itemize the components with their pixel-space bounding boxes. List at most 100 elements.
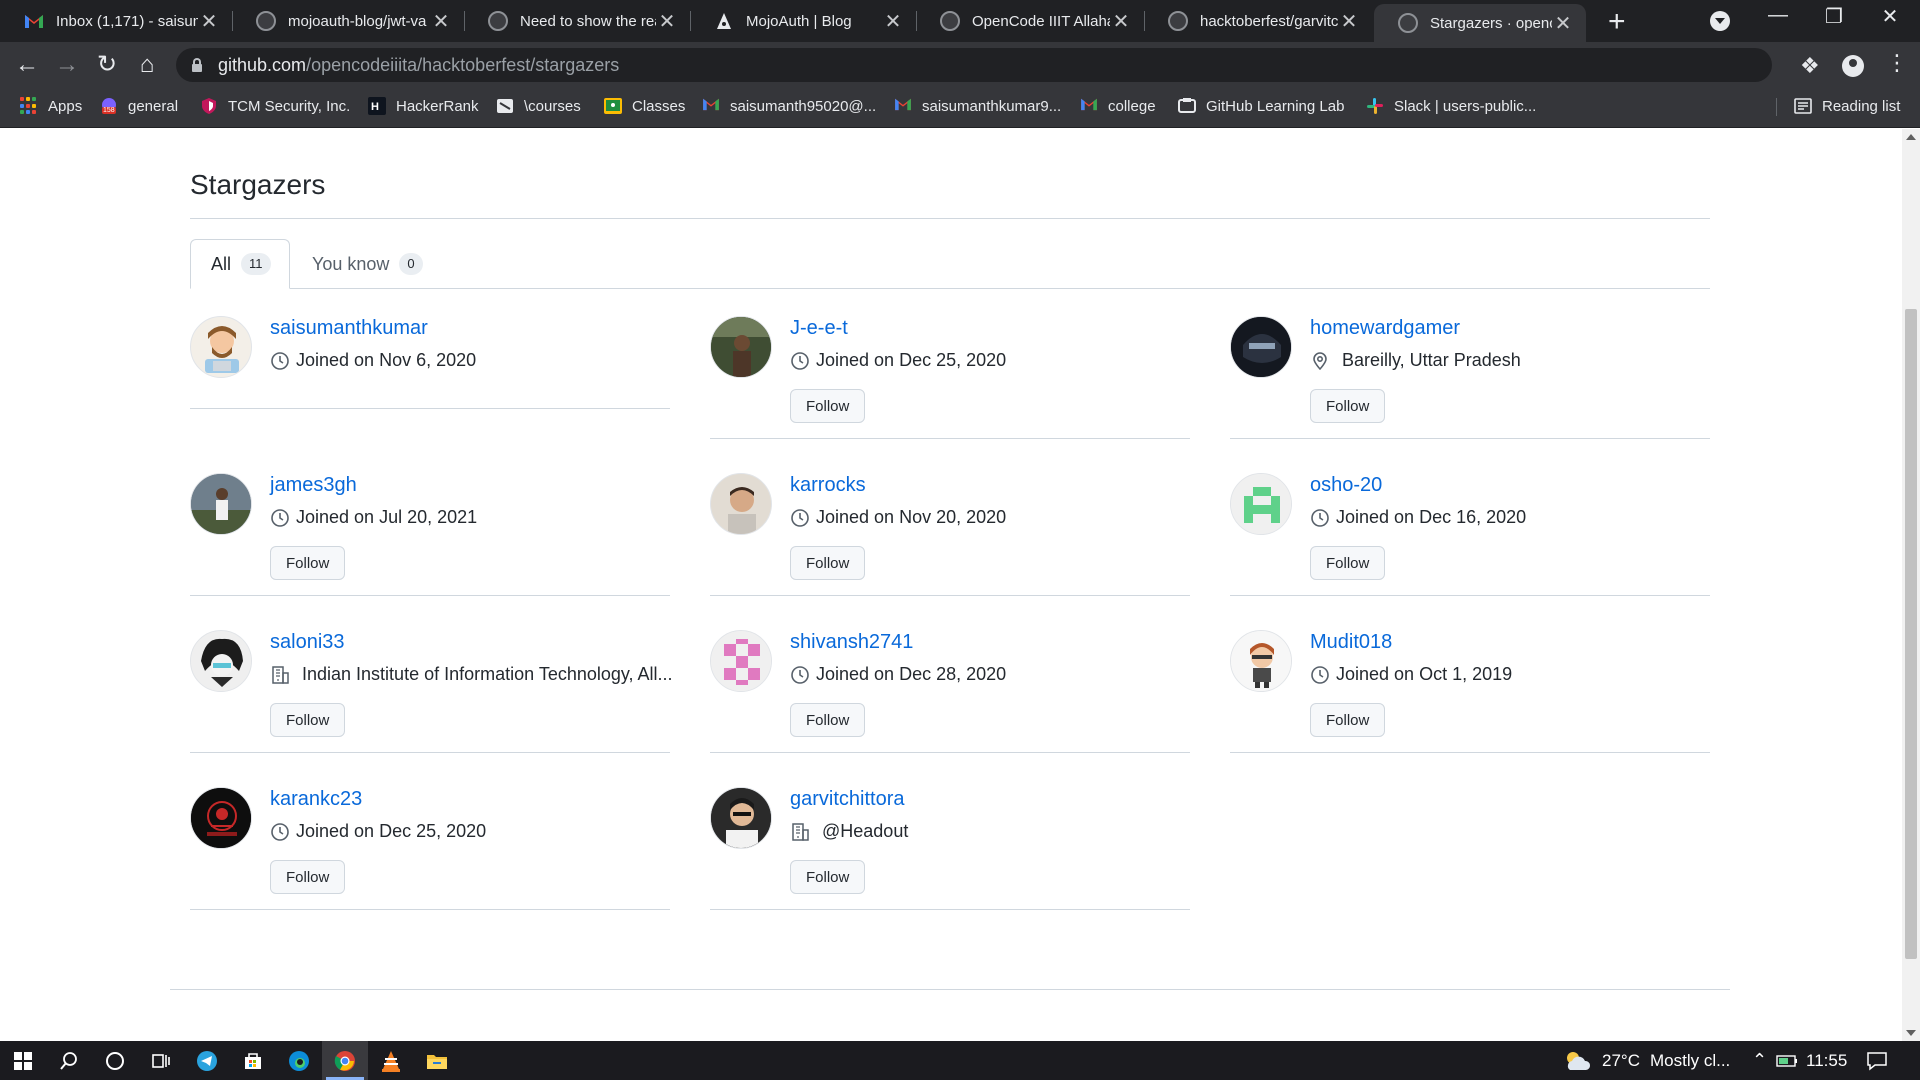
avatar[interactable] xyxy=(710,787,772,849)
browser-tab-hacktoberfest[interactable]: hacktoberfest/garvitc ✕ xyxy=(1144,0,1372,42)
scroll-up-arrow-icon[interactable] xyxy=(1906,134,1916,140)
organization-icon xyxy=(272,665,289,684)
follow-button[interactable]: Follow xyxy=(270,703,346,737)
reading-list-button[interactable]: Reading list xyxy=(1794,88,1900,124)
url-text[interactable]: github.com/opencodeiiita/hacktoberfest/s… xyxy=(218,55,619,76)
avatar[interactable] xyxy=(1230,316,1292,378)
bookmark-label: GitHub Learning Lab xyxy=(1206,97,1345,115)
follow-button[interactable]: Follow xyxy=(1310,546,1386,580)
cortana-icon[interactable] xyxy=(92,1041,138,1080)
avatar[interactable] xyxy=(710,630,772,692)
search-icon[interactable] xyxy=(46,1041,92,1080)
follow-button[interactable]: Follow xyxy=(1310,703,1386,737)
bookmark-slack[interactable]: Slack | users-public... xyxy=(1366,88,1536,124)
bookmark-gmail-1[interactable]: saisumanth95020@... xyxy=(702,88,876,124)
page-scrollbar[interactable] xyxy=(1902,129,1920,1041)
bookmark-courses[interactable]: \courses xyxy=(496,88,581,124)
follow-button[interactable]: Follow xyxy=(790,546,866,580)
reload-icon[interactable]: ↻ xyxy=(92,50,122,80)
username-link[interactable]: karrocks xyxy=(790,474,866,497)
chrome-taskbar-icon[interactable] xyxy=(322,1041,368,1080)
follow-button[interactable]: Follow xyxy=(790,703,866,737)
vlc-icon[interactable] xyxy=(368,1041,414,1080)
avatar[interactable] xyxy=(1230,630,1292,692)
minimize-icon[interactable]: — xyxy=(1758,4,1798,27)
gmail-icon xyxy=(24,11,44,31)
avatar[interactable] xyxy=(190,316,252,378)
extensions-puzzle-icon[interactable]: ❖ xyxy=(1800,53,1820,79)
chrome-menu-icon[interactable]: ⋮ xyxy=(1886,50,1908,76)
restore-icon[interactable]: ❐ xyxy=(1814,4,1854,29)
close-tab-icon[interactable]: ✕ xyxy=(198,9,220,34)
avatar[interactable] xyxy=(1230,473,1292,535)
tcm-shield-icon xyxy=(200,97,218,115)
close-tab-icon[interactable]: ✕ xyxy=(882,9,904,34)
bookmark-tcm-security[interactable]: TCM Security, Inc. xyxy=(200,88,350,124)
edge-icon[interactable] xyxy=(276,1041,322,1080)
telegram-icon[interactable] xyxy=(184,1041,230,1080)
browser-tab-opencode[interactable]: OpenCode IIIT Allahal ✕ xyxy=(916,0,1145,42)
new-tab-button[interactable]: + xyxy=(1608,5,1626,39)
bookmark-github-learning-lab[interactable]: GitHub Learning Lab xyxy=(1178,88,1344,124)
notifications-icon[interactable] xyxy=(1866,1041,1888,1080)
avatar[interactable] xyxy=(190,630,252,692)
tab-you-know[interactable]: You know 0 xyxy=(292,239,443,289)
follow-button[interactable]: Follow xyxy=(270,546,346,580)
address-bar[interactable]: github.com/opencodeiiita/hacktoberfest/s… xyxy=(176,48,1772,82)
username-link[interactable]: shivansh2741 xyxy=(790,631,913,654)
bookmark-general[interactable]: 158 general xyxy=(100,88,178,124)
close-tab-icon[interactable]: ✕ xyxy=(656,9,678,34)
scrollbar-thumb[interactable] xyxy=(1905,309,1917,959)
avatar[interactable] xyxy=(190,787,252,849)
follow-button[interactable]: Follow xyxy=(790,860,866,894)
home-icon[interactable]: ⌂ xyxy=(132,50,162,80)
browser-tab-stargazers[interactable]: Stargazers · opencode ✕ xyxy=(1374,4,1586,42)
tab-all[interactable]: All 11 xyxy=(190,239,290,289)
username-link[interactable]: homewardgamer xyxy=(1310,317,1460,340)
username-link[interactable]: saloni33 xyxy=(270,631,345,654)
bookmark-hackerrank[interactable]: H HackerRank xyxy=(368,88,479,124)
clock-icon xyxy=(791,508,809,527)
bookmark-college[interactable]: college xyxy=(1080,88,1156,124)
tab-search-button[interactable] xyxy=(1710,11,1730,31)
username-link[interactable]: saisumanthkumar xyxy=(270,317,428,340)
file-explorer-icon[interactable] xyxy=(414,1041,460,1080)
back-icon[interactable]: ← xyxy=(12,50,42,80)
username-link[interactable]: J-e-e-t xyxy=(790,317,848,340)
lock-icon[interactable] xyxy=(192,58,202,72)
show-hidden-icons-icon[interactable]: ⌃ xyxy=(1752,1041,1767,1080)
weather-widget[interactable]: 27°C Mostly cl... xyxy=(1564,1041,1730,1080)
close-tab-icon[interactable]: ✕ xyxy=(1552,11,1574,36)
username-link[interactable]: james3gh xyxy=(270,474,357,497)
bookmark-gmail-2[interactable]: saisumanthkumar9... xyxy=(894,88,1061,124)
username-link[interactable]: Mudit018 xyxy=(1310,631,1392,654)
store-icon[interactable] xyxy=(230,1041,276,1080)
avatar[interactable] xyxy=(190,473,252,535)
username-link[interactable]: garvitchittora xyxy=(790,788,905,811)
close-tab-icon[interactable]: ✕ xyxy=(430,9,452,34)
bookmark-apps[interactable]: Apps xyxy=(20,88,82,124)
follow-button[interactable]: Follow xyxy=(1310,389,1386,423)
follow-button[interactable]: Follow xyxy=(790,389,866,423)
avatar[interactable] xyxy=(710,316,772,378)
window-close-icon[interactable]: ✕ xyxy=(1870,4,1910,29)
browser-tab-issue[interactable]: Need to show the rea ✕ xyxy=(464,0,691,42)
github-icon xyxy=(256,11,276,31)
follow-button[interactable]: Follow xyxy=(270,860,346,894)
browser-tab-jwt[interactable]: mojoauth-blog/jwt-va ✕ xyxy=(232,0,465,42)
username-link[interactable]: osho-20 xyxy=(1310,474,1382,497)
username-link[interactable]: karankc23 xyxy=(270,788,362,811)
task-view-icon[interactable] xyxy=(138,1041,184,1080)
forward-icon[interactable]: → xyxy=(52,50,82,80)
close-tab-icon[interactable]: ✕ xyxy=(1110,9,1132,34)
close-tab-icon[interactable]: ✕ xyxy=(1338,9,1360,34)
windows-start-icon[interactable] xyxy=(0,1041,46,1080)
avatar[interactable] xyxy=(710,473,772,535)
scroll-down-arrow-icon[interactable] xyxy=(1906,1030,1916,1036)
browser-tab-mojoauth[interactable]: MojoAuth | Blog ✕ xyxy=(690,0,917,42)
bookmark-classes[interactable]: Classes xyxy=(604,88,685,124)
battery-icon[interactable] xyxy=(1776,1041,1798,1080)
browser-tab-gmail[interactable]: Inbox (1,171) - saisum ✕ xyxy=(0,0,233,42)
profile-avatar-icon[interactable] xyxy=(1842,55,1864,77)
clock-time[interactable]: 11:55 xyxy=(1806,1041,1847,1080)
